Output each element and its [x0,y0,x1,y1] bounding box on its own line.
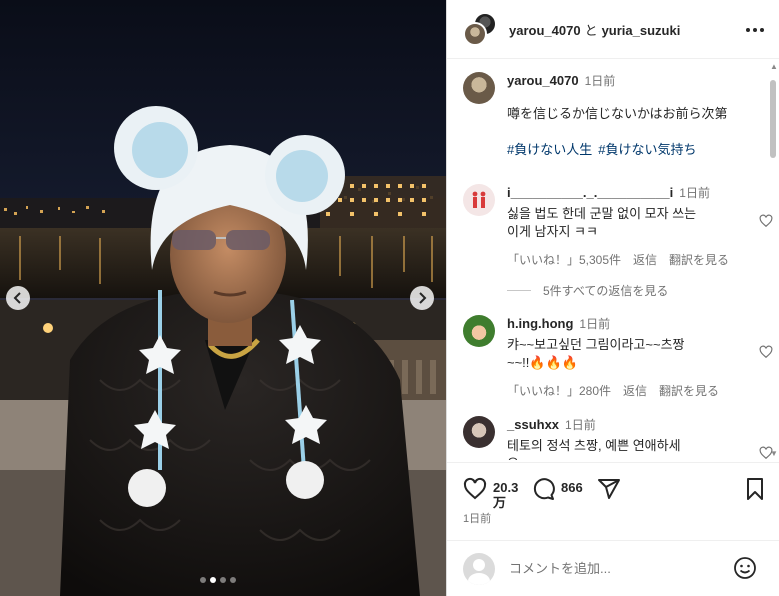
avatar[interactable] [463,72,495,104]
carousel-dot [200,577,206,583]
comment-text-line: 싫을 법도 한데 군말 없이 모자 쓰는 [507,206,697,221]
comment-likes-count[interactable]: 「いいね！」5,305件 [507,253,621,267]
collab-avatars[interactable] [463,12,497,46]
post-photo-pane [0,0,446,596]
reply-button[interactable]: 返信 [633,253,657,267]
comment-time: 1日前 [565,418,596,432]
comment-count: 866 [561,480,583,495]
share-button[interactable] [597,477,621,501]
comment-text-line: 캬~~보고싶던 그림이라고~~츠짱 [507,337,685,352]
translate-button[interactable]: 翻訳を見る [659,384,719,398]
more-options-button[interactable] [745,20,765,40]
send-icon [598,479,620,499]
carousel-dot [220,577,226,583]
view-replies-button[interactable]: 5件すべての返信を見る [507,282,668,299]
caption-username[interactable]: yarou_4070 [507,73,579,88]
avatar[interactable] [463,315,495,347]
like-count-number: 20.3 [493,480,519,495]
comment-time: 1日前 [679,186,710,200]
carousel-indicator [200,577,236,583]
avatar-figure-icon [472,191,486,208]
save-button[interactable] [743,477,767,501]
comment-icon [533,478,555,500]
chevron-right-icon [419,292,427,304]
comment-username[interactable]: i__________._.__________i [507,185,673,200]
view-replies-label: 5件すべての返信を見る [543,284,669,298]
like-count-unit: 万 [493,495,507,510]
reply-button[interactable]: 返信 [623,384,647,398]
post-timestamp[interactable]: 1日前 [463,510,491,526]
post-photo [0,0,446,596]
author-username-link[interactable]: yarou_4070 [509,23,581,38]
comments-list[interactable]: yarou_4070 1日前 噂を信じるか信じないかはお前ら次第 #負けない人生 #… [447,60,779,460]
like-count: 20.3 万 [493,480,519,510]
comment-time: 1日前 [579,317,611,331]
hashtag-link[interactable]: #負けない気持ち [598,142,696,157]
avatar [463,22,487,46]
post-side-panel: yarou_4070 と yuria_suzuki yarou_4070 1日前 噂を… [446,0,779,596]
comment-username[interactable]: _ssuhxx [507,417,559,432]
caption-text: 噂を信じるか信じないかはお前ら次第 [507,106,728,121]
bookmark-icon [747,478,763,500]
carousel-prev-button[interactable] [6,286,30,310]
comment-button[interactable]: 866 [531,477,583,501]
post-header: yarou_4070 と yuria_suzuki [447,0,779,59]
avatar[interactable] [463,416,495,448]
comment-text-line: 요 [507,455,747,460]
scroll-down-arrow[interactable]: ▼ [770,449,778,458]
comment-text-line: 이게 남자지 ㅋㅋ [507,224,598,239]
avatar[interactable] [463,184,495,216]
translate-button[interactable]: 翻訳を見る [669,253,729,267]
conjunction-text: と [584,22,598,38]
heart-icon [463,477,487,500]
carousel-dot [230,577,236,583]
like-button[interactable]: 20.3 万 [463,477,519,510]
replies-divider [507,290,531,291]
caption-time: 1日前 [584,74,616,88]
hashtag-link[interactable]: #負けない人生 [507,142,592,157]
carousel-dot-active [210,577,216,583]
comment-username[interactable]: h.ing.hong [507,316,573,331]
scroll-up-arrow[interactable]: ▲ [770,62,778,71]
chevron-left-icon [13,292,21,304]
carousel-next-button[interactable] [410,286,434,310]
scroll-thumb[interactable] [770,80,776,158]
comment-text-line: ~~!!🔥🔥🔥 [507,355,578,370]
collab-username-link[interactable]: yuria_suzuki [602,23,681,38]
comment-input[interactable] [509,561,729,576]
emoji-icon[interactable] [733,556,757,580]
caption-hashtags: #負けない人生 #負けない気持ち [507,139,747,158]
avatar [463,552,495,585]
action-bar: 20.3 万 866 [447,462,779,522]
add-comment-bar [447,540,779,596]
comment-text-line: 테토의 정석 츠짱, 예쁜 연애하세 [507,438,681,453]
comment-likes-count[interactable]: 「いいね！」280件 [507,384,611,398]
collab-names: yarou_4070 と yuria_suzuki [509,20,680,39]
more-dots-icon [746,28,764,32]
comments-scrollbar[interactable]: ▲ ▼ [767,62,779,458]
